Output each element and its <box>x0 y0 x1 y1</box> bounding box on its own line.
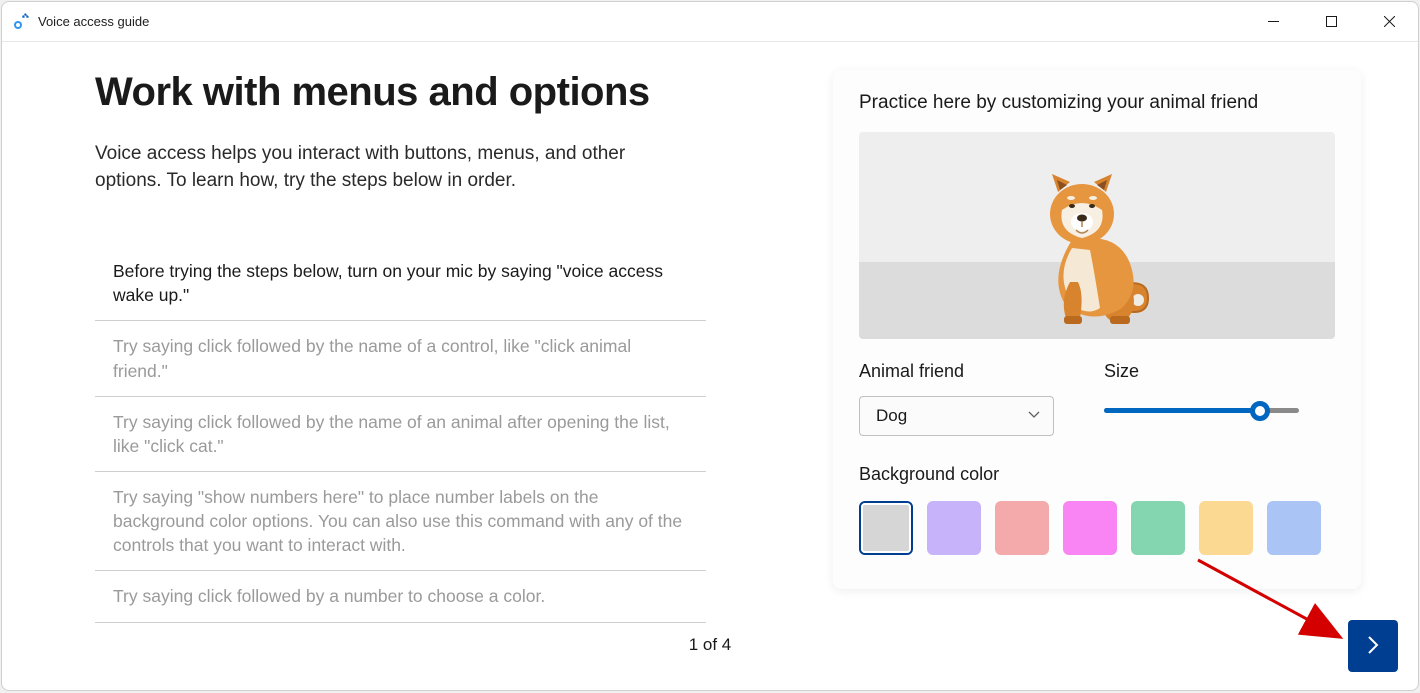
color-swatch-lavender[interactable] <box>927 501 981 555</box>
step-item[interactable]: Try saying "show numbers here" to place … <box>95 472 706 571</box>
color-swatch-mint[interactable] <box>1131 501 1185 555</box>
color-swatch-pink[interactable] <box>995 501 1049 555</box>
window-title: Voice access guide <box>38 14 149 29</box>
background-color-label: Background color <box>859 464 1335 485</box>
step-item[interactable]: Try saying click followed by a number to… <box>95 571 706 622</box>
instructions-pane: Work with menus and options Voice access… <box>2 42 805 690</box>
animal-friend-control: Animal friend Dog <box>859 361 1054 436</box>
titlebar: Voice access guide <box>2 2 1418 42</box>
window-controls <box>1244 2 1418 42</box>
minimize-button[interactable] <box>1244 2 1302 42</box>
voice-access-icon <box>12 13 30 31</box>
practice-title: Practice here by customizing your animal… <box>859 92 1335 114</box>
maximize-button[interactable] <box>1302 2 1360 42</box>
chevron-down-icon <box>1027 406 1041 426</box>
animal-stage <box>859 132 1335 339</box>
chevron-right-icon <box>1363 635 1383 658</box>
color-swatch-gray[interactable] <box>859 501 913 555</box>
animal-friend-label: Animal friend <box>859 361 1054 382</box>
dog-illustration <box>1022 170 1172 330</box>
next-button[interactable] <box>1348 620 1398 672</box>
practice-card: Practice here by customizing your animal… <box>833 70 1361 589</box>
size-control: Size <box>1104 361 1299 436</box>
step-item[interactable]: Try saying click followed by the name of… <box>95 397 706 472</box>
step-item[interactable]: Before trying the steps below, turn on y… <box>95 246 706 321</box>
steps-list: Before trying the steps below, turn on y… <box>95 246 706 622</box>
app-window: Voice access guide Work with menus and o… <box>1 1 1419 691</box>
size-slider[interactable] <box>1104 396 1299 413</box>
animal-friend-dropdown[interactable]: Dog <box>859 396 1054 436</box>
color-swatches <box>859 501 1335 555</box>
animal-friend-value: Dog <box>876 406 907 426</box>
size-label: Size <box>1104 361 1299 382</box>
titlebar-left: Voice access guide <box>12 13 149 31</box>
color-swatch-yellow[interactable] <box>1199 501 1253 555</box>
close-button[interactable] <box>1360 2 1418 42</box>
intro-text: Voice access helps you interact with but… <box>95 141 695 194</box>
step-item[interactable]: Try saying click followed by the name of… <box>95 321 706 396</box>
color-swatch-blue[interactable] <box>1267 501 1321 555</box>
practice-pane: Practice here by customizing your animal… <box>805 42 1418 690</box>
slider-thumb[interactable] <box>1250 401 1270 421</box>
controls-row: Animal friend Dog Size <box>859 361 1335 436</box>
color-swatch-magenta[interactable] <box>1063 501 1117 555</box>
page-title: Work with menus and options <box>95 70 715 115</box>
content: Work with menus and options Voice access… <box>2 42 1418 690</box>
slider-fill <box>1104 408 1260 413</box>
